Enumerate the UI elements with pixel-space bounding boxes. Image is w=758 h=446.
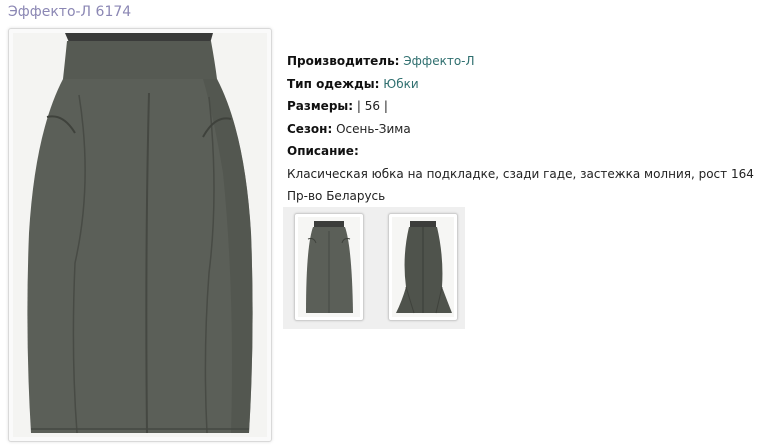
type-row: Тип одежды: Юбки bbox=[287, 73, 758, 96]
skirt-photo bbox=[13, 33, 267, 437]
product-info: Производитель: Эффекто-Л Тип одежды: Юбк… bbox=[287, 50, 758, 208]
description-row: Описание: bbox=[287, 140, 758, 163]
season-row: Сезон: Осень-Зима bbox=[287, 118, 758, 141]
skirt-back-thumbnail bbox=[392, 217, 454, 317]
manufacturer-label: Производитель: bbox=[287, 54, 400, 68]
skirt-front-thumbnail bbox=[298, 217, 360, 317]
thumbnail-back[interactable] bbox=[388, 213, 458, 321]
season-label: Сезон: bbox=[287, 121, 333, 136]
description-label: Описание: bbox=[287, 144, 359, 158]
description-text-1: Класическая юбка на подкладке, сзади гад… bbox=[287, 166, 758, 181]
manufacturer-row: Производитель: Эффекто-Л bbox=[287, 50, 758, 73]
type-link[interactable]: Юбки bbox=[383, 77, 418, 91]
season-value: Осень-Зима bbox=[336, 121, 411, 136]
thumbnail-front[interactable] bbox=[294, 213, 364, 321]
thumbnail-gallery bbox=[283, 207, 465, 329]
sizes-value: | 56 | bbox=[356, 99, 388, 113]
description-text-2: Пр-во Беларусь bbox=[287, 189, 386, 203]
type-label: Тип одежды: bbox=[287, 76, 380, 91]
sizes-label: Размеры: bbox=[287, 99, 354, 113]
product-title: Эффекто-Л 6174 bbox=[8, 4, 132, 20]
sizes-row: Размеры: | 56 | bbox=[287, 95, 758, 118]
manufacturer-link[interactable]: Эффекто-Л bbox=[403, 54, 474, 68]
main-product-image[interactable] bbox=[8, 28, 272, 442]
